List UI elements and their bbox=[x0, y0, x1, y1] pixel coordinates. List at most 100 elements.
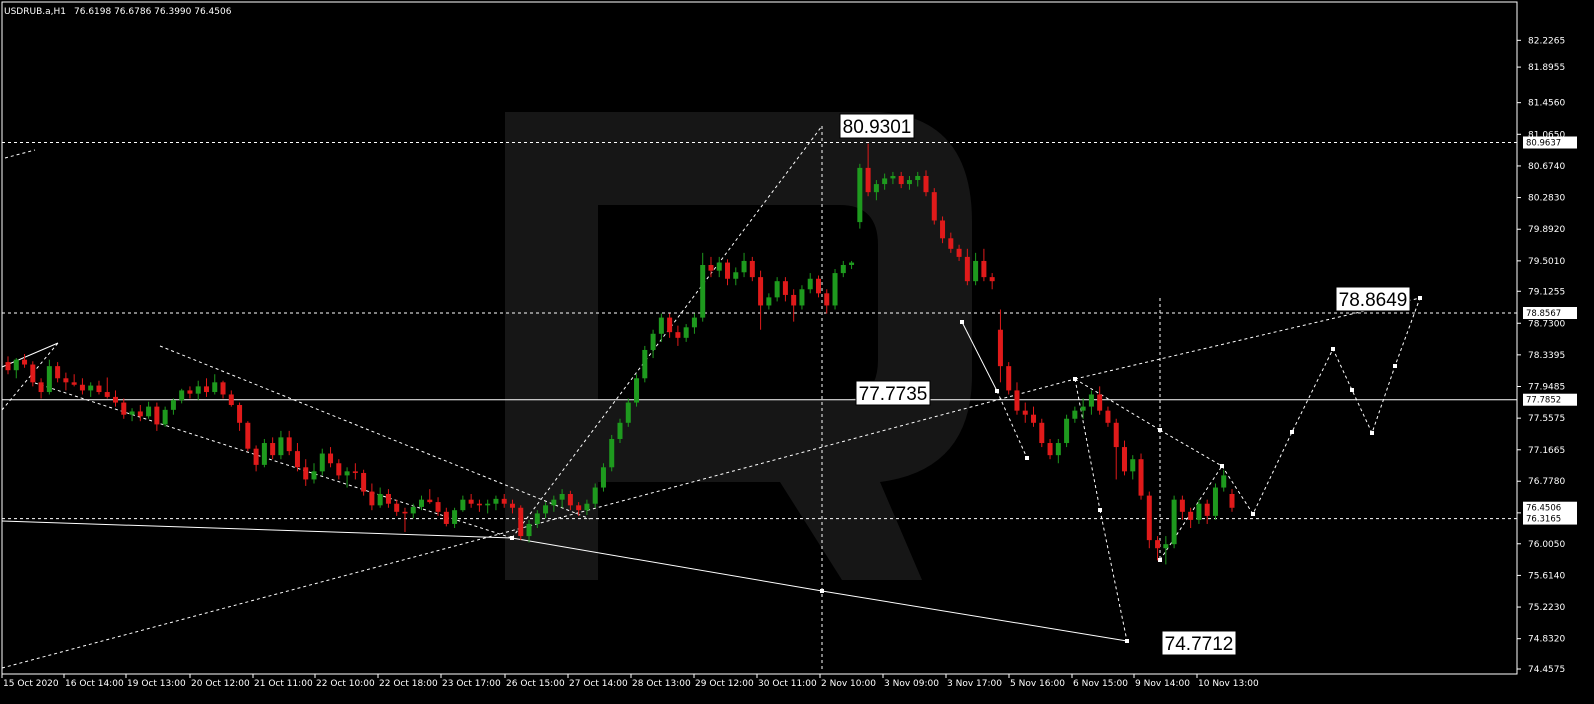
trend-line bbox=[821, 590, 1128, 642]
candle-body bbox=[997, 329, 1003, 367]
trend-line-dashed bbox=[34, 382, 513, 539]
candle-body bbox=[749, 260, 755, 278]
x-tick-label: 26 Oct 15:00 bbox=[506, 679, 565, 689]
candle-body bbox=[245, 422, 251, 449]
trend-line-dashed bbox=[1159, 429, 1223, 467]
ohlc-readout: 76.6198 76.6786 76.3990 76.4506 bbox=[74, 7, 232, 17]
candle-body bbox=[931, 192, 937, 221]
candle bbox=[162, 406, 168, 427]
x-tick-label: 2 Nov 10:00 bbox=[821, 679, 876, 689]
candle-body bbox=[30, 364, 36, 383]
candle-body bbox=[882, 178, 888, 185]
candle bbox=[997, 309, 1003, 383]
y-tick-label: 74.8320 bbox=[1528, 635, 1565, 645]
candle-body bbox=[940, 220, 946, 239]
y-tick-label: 77.1665 bbox=[1528, 446, 1565, 456]
candle-body bbox=[658, 317, 664, 334]
candle bbox=[725, 259, 731, 286]
candle-body bbox=[460, 499, 466, 511]
candle bbox=[857, 163, 863, 229]
candle bbox=[1212, 483, 1218, 520]
candle-body bbox=[964, 256, 970, 282]
candle-body bbox=[873, 184, 879, 193]
candle bbox=[1072, 406, 1078, 423]
pivot-marker bbox=[1158, 558, 1162, 562]
candle-body bbox=[319, 453, 325, 472]
candle bbox=[832, 269, 838, 310]
candle bbox=[88, 382, 94, 397]
candle bbox=[427, 489, 433, 504]
candle-body bbox=[5, 362, 11, 371]
y-tick-label: 81.8955 bbox=[1528, 63, 1565, 73]
x-tick-label: 15 Oct 2020 bbox=[3, 679, 59, 689]
candle-body bbox=[989, 277, 995, 282]
candle bbox=[352, 463, 358, 480]
candle bbox=[452, 507, 458, 528]
candle bbox=[815, 275, 821, 298]
candle-body bbox=[600, 467, 606, 488]
candle-body bbox=[758, 277, 764, 306]
candle bbox=[824, 289, 830, 314]
candle bbox=[121, 398, 127, 419]
candle bbox=[1121, 440, 1127, 476]
candle-body bbox=[352, 471, 358, 473]
candle-body bbox=[344, 471, 350, 476]
candle bbox=[443, 507, 449, 527]
y-tick-label: 75.6140 bbox=[1528, 571, 1565, 581]
pivot-marker bbox=[1073, 377, 1077, 381]
candle bbox=[1055, 438, 1061, 464]
candle bbox=[1047, 438, 1053, 460]
candle-body bbox=[948, 238, 954, 249]
y-tick-label: 81.4560 bbox=[1528, 99, 1565, 109]
pivot-marker bbox=[1350, 388, 1354, 392]
candle-body bbox=[146, 406, 152, 417]
candle bbox=[1179, 495, 1185, 520]
candle bbox=[38, 378, 44, 399]
x-tick-label: 10 Nov 13:00 bbox=[1198, 679, 1259, 689]
candle-body bbox=[369, 491, 375, 506]
candle-body bbox=[1047, 443, 1053, 456]
symbol-label: USDRUB.a,H1 bbox=[4, 7, 66, 17]
candle-body bbox=[46, 366, 52, 393]
candle-body bbox=[543, 505, 549, 514]
candle bbox=[394, 499, 400, 516]
x-tick-label: 19 Oct 13:00 bbox=[127, 679, 186, 689]
x-tick-label: 28 Oct 13:00 bbox=[632, 679, 691, 689]
candle bbox=[146, 401, 152, 419]
candle-body bbox=[1113, 422, 1119, 448]
candle bbox=[369, 483, 375, 511]
candle-body bbox=[410, 506, 416, 514]
candle-body bbox=[1080, 406, 1086, 411]
forecast-path bbox=[1221, 297, 1421, 516]
candle-body bbox=[493, 498, 499, 504]
y-tick-label: 82.2265 bbox=[1528, 36, 1565, 46]
candle bbox=[973, 252, 979, 286]
candle bbox=[493, 495, 499, 511]
candle bbox=[253, 445, 259, 472]
price-tag-label: 77.7852 bbox=[1526, 396, 1561, 406]
candle bbox=[708, 256, 714, 278]
candle bbox=[1080, 398, 1086, 419]
candle-body bbox=[1163, 544, 1169, 549]
level-label: 77.7735 bbox=[855, 380, 931, 406]
candle bbox=[989, 273, 995, 290]
candle-body bbox=[1014, 390, 1020, 411]
candle bbox=[179, 388, 185, 404]
candle bbox=[187, 386, 193, 399]
candle-body bbox=[385, 494, 391, 504]
candle bbox=[840, 260, 846, 278]
candle-body bbox=[634, 378, 640, 403]
candle-body bbox=[576, 505, 582, 511]
candle-body bbox=[584, 503, 590, 511]
candle bbox=[1088, 390, 1094, 415]
candle-body bbox=[22, 359, 28, 365]
candle bbox=[1064, 414, 1070, 448]
candle-body bbox=[799, 289, 805, 306]
pivot-marker bbox=[1125, 639, 1129, 643]
x-tick-label: 21 Oct 11:00 bbox=[254, 679, 313, 689]
candle-body bbox=[203, 386, 209, 393]
candle bbox=[807, 273, 813, 294]
candle-body bbox=[691, 317, 697, 328]
candle-body bbox=[1031, 414, 1037, 423]
candle bbox=[460, 495, 466, 512]
